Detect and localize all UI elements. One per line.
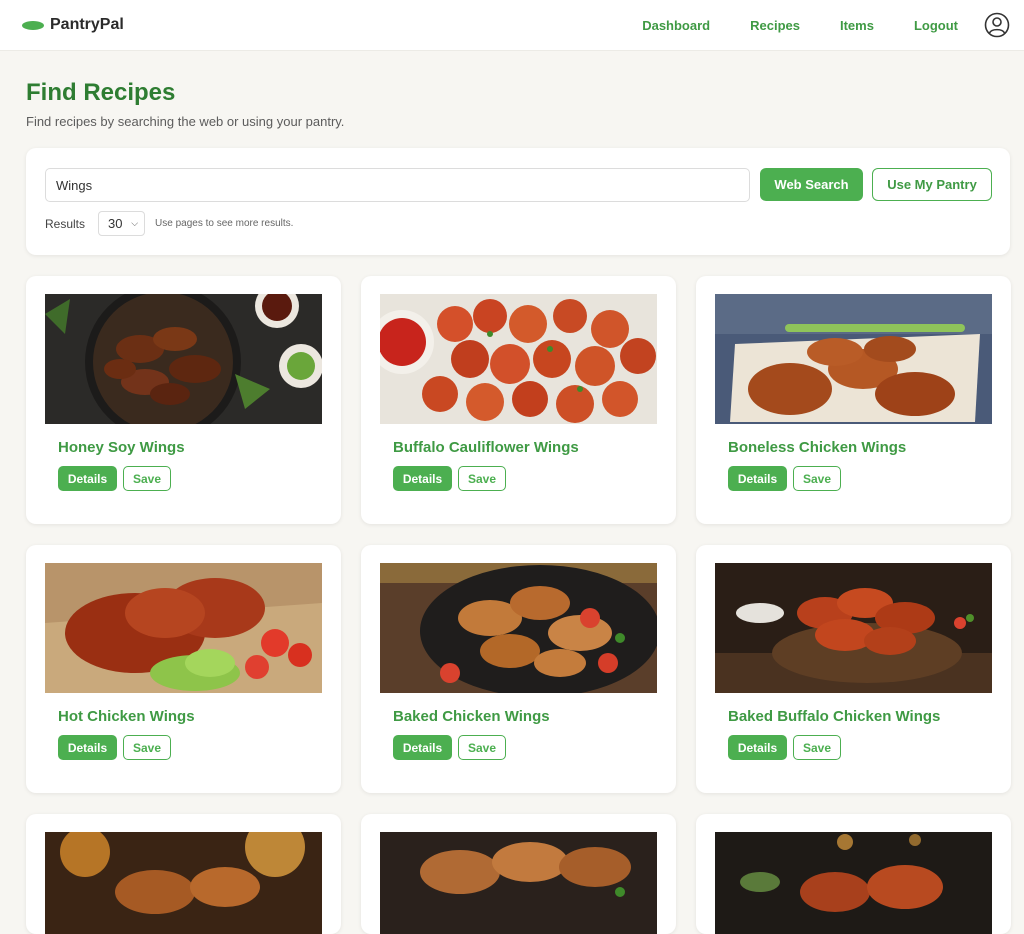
recipe-title[interactable]: Baked Chicken Wings bbox=[393, 708, 550, 725]
recipe-card: Honey Soy Wings Details Save bbox=[26, 276, 341, 524]
nav-link-logout[interactable]: Logout bbox=[914, 18, 958, 33]
details-button[interactable]: Details bbox=[58, 735, 117, 760]
recipe-image[interactable] bbox=[380, 563, 657, 693]
results-count-value: 30 bbox=[108, 216, 123, 231]
recipe-card: Hot Chicken Wings Details Save bbox=[26, 545, 341, 793]
chevron-down-icon: ⌵ bbox=[131, 218, 139, 228]
save-button[interactable]: Save bbox=[793, 466, 841, 491]
recipe-title[interactable]: Honey Soy Wings bbox=[58, 439, 185, 456]
save-button[interactable]: Save bbox=[123, 466, 171, 491]
search-panel: Web Search Use My Pantry Results 30 ⌵ Us… bbox=[26, 148, 1010, 255]
details-button[interactable]: Details bbox=[728, 466, 787, 491]
recipe-image[interactable] bbox=[715, 294, 992, 424]
brand-logo[interactable]: PantryPal bbox=[22, 16, 124, 34]
top-nav: PantryPal Dashboard Recipes Items Logout bbox=[0, 0, 1024, 51]
recipe-image[interactable] bbox=[45, 294, 322, 424]
recipe-title[interactable]: Buffalo Cauliflower Wings bbox=[393, 439, 579, 456]
nav-link-dashboard[interactable]: Dashboard bbox=[642, 18, 710, 33]
page-title: Find Recipes bbox=[26, 79, 176, 106]
details-button[interactable]: Details bbox=[58, 466, 117, 491]
recipe-title[interactable]: Boneless Chicken Wings bbox=[728, 439, 906, 456]
recipe-image[interactable] bbox=[380, 832, 657, 934]
results-count-select[interactable]: 30 ⌵ bbox=[98, 211, 146, 236]
results-hint: Use pages to see more results. bbox=[155, 218, 294, 229]
user-circle-icon[interactable] bbox=[984, 12, 1010, 38]
details-button[interactable]: Details bbox=[728, 735, 787, 760]
recipe-card: Baked Chicken Wings Details Save bbox=[361, 545, 676, 793]
recipe-card bbox=[26, 814, 341, 934]
use-my-pantry-button[interactable]: Use My Pantry bbox=[872, 168, 992, 201]
page-header: Find Recipes Find recipes by searching t… bbox=[0, 51, 1024, 129]
recipe-image[interactable] bbox=[715, 563, 992, 693]
leaf-icon bbox=[22, 20, 44, 30]
details-button[interactable]: Details bbox=[393, 735, 452, 760]
nav-links: Dashboard Recipes Items Logout bbox=[642, 12, 1010, 38]
recipe-image[interactable] bbox=[45, 563, 322, 693]
recipe-title[interactable]: Baked Buffalo Chicken Wings bbox=[728, 708, 940, 725]
recipe-card bbox=[696, 814, 1011, 934]
brand-name: PantryPal bbox=[50, 16, 124, 33]
results-label: Results bbox=[45, 216, 86, 231]
recipe-image[interactable] bbox=[45, 832, 322, 934]
recipe-card: Boneless Chicken Wings Details Save bbox=[696, 276, 1011, 524]
nav-link-recipes[interactable]: Recipes bbox=[750, 18, 800, 33]
recipe-card bbox=[361, 814, 676, 934]
save-button[interactable]: Save bbox=[458, 466, 506, 491]
results-row: Results 30 ⌵ Use pages to see more resul… bbox=[45, 211, 293, 236]
recipe-image[interactable] bbox=[380, 294, 657, 424]
recipe-image[interactable] bbox=[715, 832, 992, 934]
recipe-title[interactable]: Hot Chicken Wings bbox=[58, 708, 195, 725]
web-search-button[interactable]: Web Search bbox=[760, 168, 863, 201]
search-input[interactable] bbox=[45, 168, 750, 202]
save-button[interactable]: Save bbox=[458, 735, 506, 760]
page-subtitle: Find recipes by searching the web or usi… bbox=[26, 114, 345, 129]
details-button[interactable]: Details bbox=[393, 466, 452, 491]
recipe-card: Baked Buffalo Chicken Wings Details Save bbox=[696, 545, 1011, 793]
recipe-card: Buffalo Cauliflower Wings Details Save bbox=[361, 276, 676, 524]
save-button[interactable]: Save bbox=[123, 735, 171, 760]
nav-link-items[interactable]: Items bbox=[840, 18, 874, 33]
save-button[interactable]: Save bbox=[793, 735, 841, 760]
